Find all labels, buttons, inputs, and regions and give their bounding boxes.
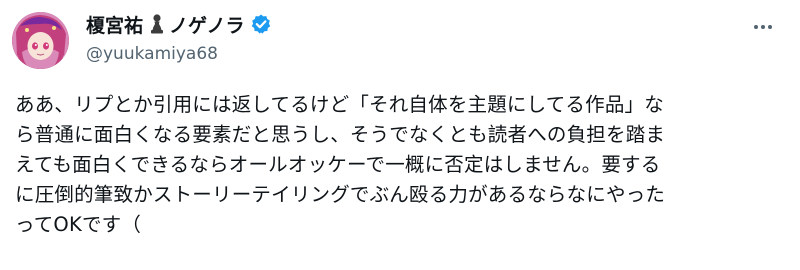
more-horizontal-icon-dot: [761, 25, 765, 29]
verified-badge-icon[interactable]: [250, 13, 272, 35]
display-name-suffix[interactable]: ノゲノラ: [169, 11, 244, 38]
more-horizontal-icon-dot: [768, 25, 772, 29]
tweet-text-line: えても面白くできるならオールオッケーで一概に否定はしません。要する: [15, 153, 661, 176]
more-horizontal-icon: [754, 25, 758, 29]
tweet-text: ああ、リプとか引用には返してるけど「それ自体を主題にしてる作品」な ら普通に面白…: [15, 90, 790, 240]
chess-pawn-icon: [149, 13, 165, 35]
display-name[interactable]: 榎宮祐: [86, 11, 143, 38]
avatar[interactable]: [12, 12, 69, 69]
avatar-image: [12, 12, 69, 69]
tweet-card: 榎宮祐 ノゲノラ @yuukamiya68 ああ、リプとか引用には返してるけど「…: [0, 0, 800, 270]
tweet-text-line: ら普通に面白くなる要素だと思うし、そうでなくとも読者への負担を踏ま: [15, 123, 666, 146]
tweet-header: 榎宮祐 ノゲノラ @yuukamiya68: [0, 0, 800, 80]
more-options-button[interactable]: [748, 16, 778, 38]
author-handle[interactable]: @yuukamiya68: [86, 42, 272, 66]
tweet-text-line: ってOKです（: [15, 213, 142, 236]
display-name-row[interactable]: 榎宮祐 ノゲノラ: [86, 10, 272, 38]
tweet-text-line: ああ、リプとか引用には返してるけど「それ自体を主題にしてる作品」な: [15, 93, 664, 116]
tweet-text-line: に圧倒的筆致かストーリーテイリングでぶん殴る力があるならなにやった: [15, 183, 666, 206]
author-names: 榎宮祐 ノゲノラ @yuukamiya68: [86, 10, 272, 66]
